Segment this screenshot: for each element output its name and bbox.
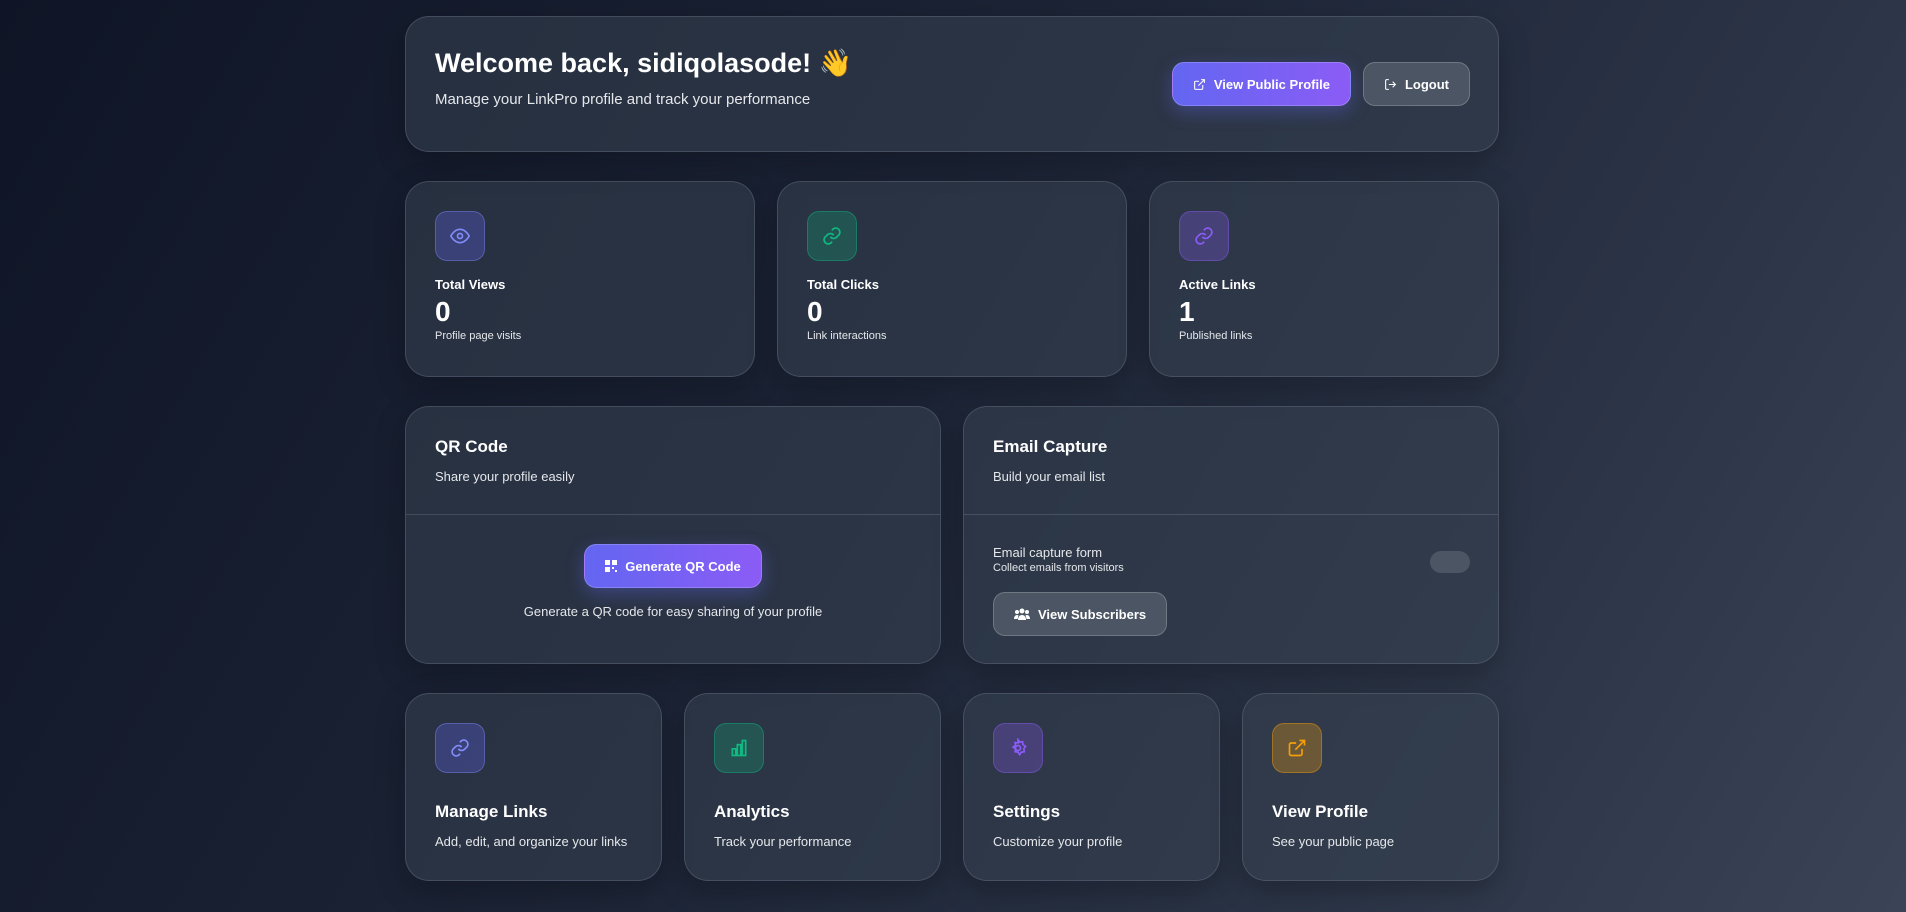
action-title: Analytics (714, 802, 790, 821)
view-public-profile-button[interactable]: View Public Profile (1171, 62, 1351, 106)
stat-value: 0 (435, 296, 451, 327)
generate-qr-label: Generate QR Code (625, 558, 741, 574)
action-desc: Track your performance (714, 834, 852, 849)
stat-active-links: Active Links 1 Published links (1149, 181, 1499, 377)
qr-description: Generate a QR code for easy sharing of y… (523, 604, 823, 619)
email-capture-card: Email Capture Build your email list Email… (963, 406, 1499, 664)
logout-button[interactable]: Logout (1362, 62, 1470, 106)
view-public-profile-label: View Public Profile (1213, 76, 1330, 92)
qr-subtitle: Share your profile easily (435, 469, 575, 484)
bar-chart-icon (714, 723, 764, 773)
stat-value: 1 (1179, 296, 1195, 327)
stat-label: Total Clicks (807, 277, 880, 292)
action-desc: See your public page (1272, 834, 1395, 849)
email-form-sub: Collect emails from visitors (993, 562, 1124, 574)
link-icon (435, 723, 485, 773)
email-form-label: Email capture form (993, 545, 1103, 560)
action-title: Manage Links (435, 802, 548, 821)
users-icon (1014, 608, 1030, 620)
logout-icon (1385, 78, 1397, 90)
qr-icon (605, 560, 618, 572)
link-icon (807, 211, 857, 261)
dashboard: Welcome back, sidiqolasode! 👋 Manage you… (405, 16, 1499, 881)
stat-label: Active Links (1179, 277, 1256, 292)
logout-label: Logout (1404, 76, 1449, 92)
email-title: Email Capture (993, 437, 1108, 456)
stat-total-clicks: Total Clicks 0 Link interactions (777, 181, 1127, 377)
stat-total-views: Total Views 0 Profile page visits (405, 181, 755, 377)
action-view-profile[interactable]: View Profile See your public page (1242, 693, 1499, 881)
stat-label: Total Views (435, 277, 506, 292)
action-manage-links[interactable]: Manage Links Add, edit, and organize you… (405, 693, 662, 881)
view-subscribers-label: View Subscribers (1038, 606, 1147, 622)
stat-value: 0 (807, 296, 823, 327)
gear-icon (993, 723, 1043, 773)
email-capture-toggle[interactable] (1430, 551, 1470, 573)
qr-code-card: QR Code Share your profile easily Generat… (405, 406, 941, 664)
generate-qr-button[interactable]: Generate QR Code (584, 544, 762, 588)
external-link-icon (1193, 78, 1205, 90)
action-desc: Customize your profile (993, 834, 1123, 849)
stat-sub: Link interactions (807, 330, 887, 342)
action-settings[interactable]: Settings Customize your profile (963, 693, 1220, 881)
email-subtitle: Build your email list (993, 469, 1105, 484)
view-subscribers-button[interactable]: View Subscribers (993, 592, 1168, 636)
wave-emoji: 👋 (818, 48, 853, 78)
external-link-icon (1272, 723, 1322, 773)
action-desc: Add, edit, and organize your links (435, 834, 628, 849)
link-icon (1179, 211, 1229, 261)
qr-title: QR Code (435, 437, 508, 456)
welcome-header: Welcome back, sidiqolasode! 👋 Manage you… (405, 16, 1499, 152)
action-analytics[interactable]: Analytics Track your performance (684, 693, 941, 881)
eye-icon (435, 211, 485, 261)
action-title: Settings (993, 802, 1061, 821)
action-title: View Profile (1272, 802, 1369, 821)
stat-sub: Profile page visits (435, 330, 522, 342)
stat-sub: Published links (1179, 330, 1253, 342)
